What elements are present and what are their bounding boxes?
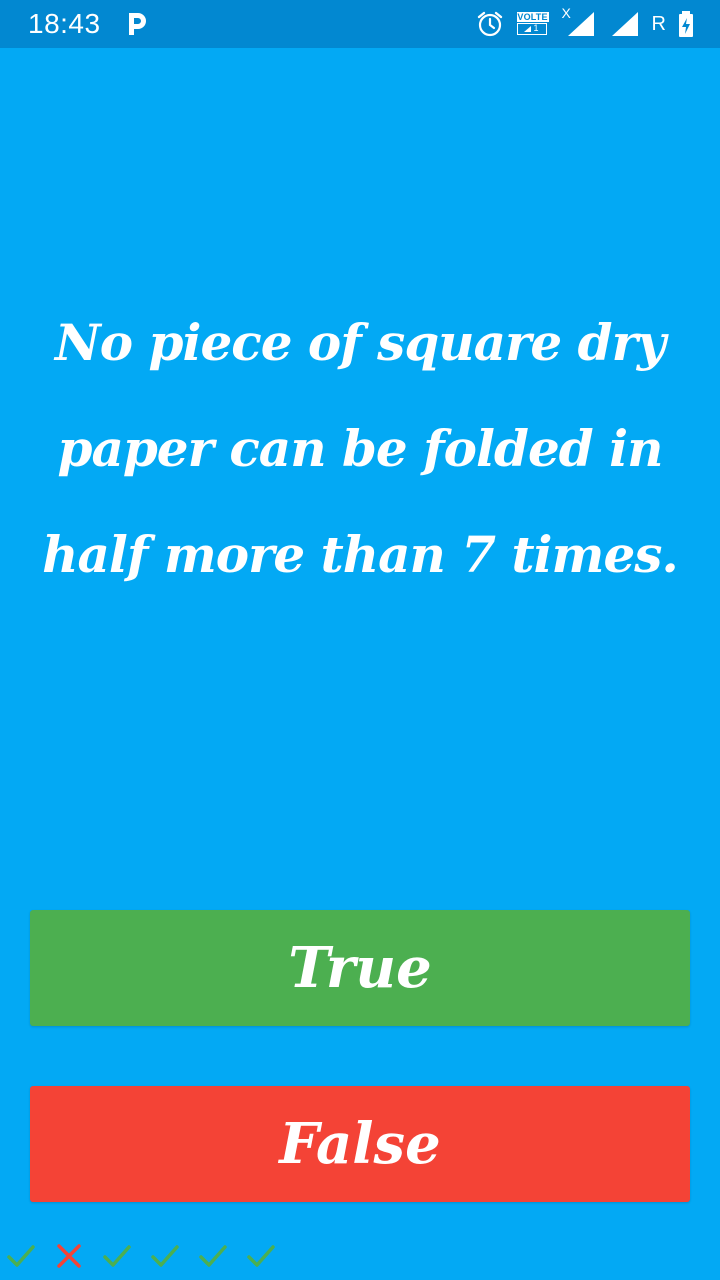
check-icon: [103, 1245, 131, 1267]
volte-box: 1: [516, 23, 547, 35]
volte-sim-label: 1: [533, 23, 539, 33]
signal-icon: [567, 12, 594, 36]
false-button[interactable]: False: [30, 1086, 690, 1202]
volte-label: VOLTE: [516, 12, 549, 22]
signal-icon: [611, 12, 638, 36]
roaming-label: R: [651, 13, 666, 35]
signal-sim1: X: [562, 6, 596, 38]
check-icon: [151, 1245, 179, 1267]
status-icons: VOLTE 1 X R: [476, 6, 694, 40]
check-icon: [199, 1245, 227, 1267]
status-bar: 18:43 VOLTE 1 X R: [0, 0, 720, 48]
question-text: No piece of square dry paper can be fold…: [42, 313, 679, 584]
answer-history: [6, 1238, 276, 1274]
check-icon: [247, 1245, 275, 1267]
alarm-clock-icon: [477, 11, 502, 37]
cross-icon: [57, 1244, 81, 1268]
battery-charging-icon: [679, 11, 693, 37]
volte-icon: VOLTE 1: [516, 11, 550, 37]
p-app-icon: [129, 13, 146, 35]
status-time: 18:43: [28, 8, 101, 39]
check-icon: [7, 1245, 35, 1267]
true-button[interactable]: True: [30, 910, 690, 1026]
